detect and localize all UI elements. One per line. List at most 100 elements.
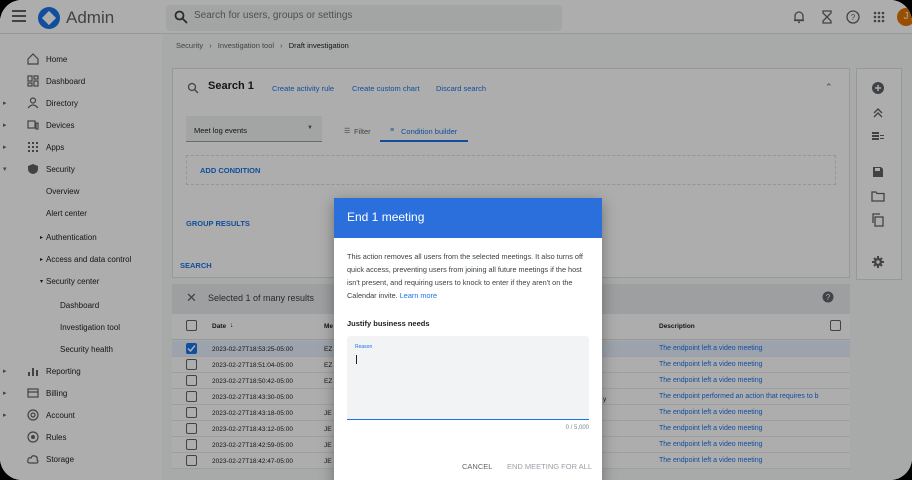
expand-arrow-icon: ▸ xyxy=(3,100,7,107)
sidebar-item-dashboard[interactable]: Dashboard xyxy=(0,70,162,92)
sidebar-label: Dashboard xyxy=(60,301,100,310)
row-checkbox[interactable] xyxy=(186,391,197,402)
reason-textarea[interactable]: Reason xyxy=(347,336,589,420)
sidebar-item-security[interactable]: ▾ Security xyxy=(0,158,162,180)
sidebar-label: Investigation tool xyxy=(60,323,121,332)
row-me: JE xyxy=(324,426,332,433)
bell-icon[interactable] xyxy=(792,10,806,24)
breadcrumb-investigation-tool[interactable]: Investigation tool xyxy=(218,41,274,50)
rules-icon xyxy=(27,431,39,443)
end-meeting-dialog: End 1 meeting This action removes all us… xyxy=(334,198,602,480)
sidebar-item-investigation-tool[interactable]: Investigation tool xyxy=(0,316,162,338)
copy-icon[interactable] xyxy=(871,213,885,227)
sidebar-item-sc-dashboard[interactable]: Dashboard xyxy=(0,294,162,316)
search-button[interactable]: SEARCH xyxy=(180,261,212,270)
row-description[interactable]: The endpoint left a video meeting xyxy=(659,361,763,368)
apps-grid-icon[interactable] xyxy=(872,10,886,24)
sidebar-item-reporting[interactable]: ▸ Reporting xyxy=(0,360,162,382)
sidebar-item-security-center[interactable]: ▾ Security center xyxy=(0,270,162,292)
row-checkbox[interactable] xyxy=(186,455,197,466)
row-checkbox[interactable] xyxy=(186,359,197,370)
sidebar-item-devices[interactable]: ▸ Devices xyxy=(0,114,162,136)
create-custom-chart-link[interactable]: Create custom chart xyxy=(352,84,420,93)
avatar[interactable]: J xyxy=(897,8,912,26)
row-checkbox[interactable] xyxy=(186,423,197,434)
sidebar-item-apps[interactable]: ▸ Apps xyxy=(0,136,162,158)
row-description[interactable]: The endpoint left a video meeting xyxy=(659,377,763,384)
hourglass-icon[interactable] xyxy=(820,10,834,24)
row-description[interactable]: The endpoint performed an action that re… xyxy=(659,393,819,400)
filter-list-icon[interactable] xyxy=(871,129,885,143)
learn-more-link[interactable]: Learn more xyxy=(400,291,437,300)
help-icon[interactable]: ? xyxy=(846,10,860,24)
row-checkbox[interactable] xyxy=(186,375,197,386)
row-checkbox[interactable] xyxy=(186,439,197,450)
row-checkbox[interactable] xyxy=(186,407,197,418)
row-description[interactable]: The endpoint left a video meeting xyxy=(659,457,763,464)
dashboard-icon xyxy=(27,75,39,87)
select-all-checkbox[interactable] xyxy=(186,320,197,331)
sidebar-item-alert-center[interactable]: Alert center xyxy=(0,202,162,224)
folder-icon[interactable] xyxy=(871,189,885,203)
end-meeting-for-all-button[interactable]: END MEETING FOR ALL xyxy=(507,462,592,471)
row-description[interactable]: The endpoint left a video meeting xyxy=(659,345,763,352)
close-selection-icon[interactable]: ✕ xyxy=(186,290,197,306)
sidebar-item-authentication[interactable]: ▸ Authentication xyxy=(0,226,162,248)
row-date: 2023-02-27T18:43:30-05:00 xyxy=(212,394,293,401)
column-description[interactable]: Description xyxy=(659,323,695,330)
sidebar-label: Overview xyxy=(46,187,80,196)
search-icon xyxy=(187,82,199,94)
search-icon xyxy=(174,10,188,24)
row-me: EZ xyxy=(324,346,333,353)
sidebar-item-home[interactable]: Home xyxy=(0,48,162,70)
breadcrumb-separator: › xyxy=(209,41,212,50)
settings-gear-icon[interactable] xyxy=(871,255,885,269)
sidebar-label: Home xyxy=(46,55,68,64)
breadcrumb-security[interactable]: Security xyxy=(176,41,203,50)
expand-arrow-icon: ▸ xyxy=(40,235,44,241)
right-toolbar xyxy=(856,68,902,280)
collapse-chevron-icon[interactable]: ⌃ xyxy=(825,82,833,93)
sidebar-item-overview[interactable]: Overview xyxy=(0,180,162,202)
column-me[interactable]: Me xyxy=(324,323,333,330)
tab-filter[interactable]: Filter xyxy=(354,127,371,136)
add-condition-button[interactable]: ADD CONDITION xyxy=(200,166,260,175)
filter-icon: ☰ xyxy=(344,128,351,135)
row-me: JE xyxy=(324,458,332,465)
sidebar-label: Devices xyxy=(46,121,75,130)
row-checkbox[interactable] xyxy=(186,343,197,354)
group-results-button[interactable]: GROUP RESULTS xyxy=(186,219,250,228)
sidebar-item-billing[interactable]: ▸ Billing xyxy=(0,382,162,404)
search-input[interactable] xyxy=(194,10,534,21)
column-date[interactable]: Date xyxy=(212,323,226,330)
row-description[interactable]: The endpoint left a video meeting xyxy=(659,441,763,448)
menu-icon[interactable] xyxy=(12,10,26,22)
column-settings-icon[interactable] xyxy=(830,320,841,331)
sidebar-item-security-health[interactable]: Security health xyxy=(0,338,162,360)
sidebar-label: Directory xyxy=(46,99,79,108)
create-activity-rule-link[interactable]: Create activity rule xyxy=(272,84,334,93)
credit-card-icon xyxy=(27,388,39,398)
help-circle-icon[interactable]: ? xyxy=(822,291,834,303)
row-description[interactable]: The endpoint left a video meeting xyxy=(659,425,763,432)
row-description[interactable]: The endpoint left a video meeting xyxy=(659,409,763,416)
collapse-up-icon[interactable] xyxy=(871,105,885,119)
save-icon[interactable] xyxy=(871,165,885,179)
sidebar-item-storage[interactable]: Storage xyxy=(0,448,162,470)
sidebar-item-rules[interactable]: Rules xyxy=(0,426,162,448)
sidebar-item-account[interactable]: ▸ Account xyxy=(0,404,162,426)
row-me: JE xyxy=(324,410,332,417)
text-caret xyxy=(356,355,357,364)
sort-arrow-icon[interactable]: ↓ xyxy=(230,322,234,329)
sidebar-item-access-data-control[interactable]: ▸ Access and data control xyxy=(0,248,162,270)
sidebar-label: Apps xyxy=(46,143,65,152)
sidebar-item-directory[interactable]: ▸ Directory xyxy=(0,92,162,114)
cancel-button[interactable]: CANCEL xyxy=(462,462,492,471)
add-circle-icon[interactable] xyxy=(871,81,885,95)
discard-search-link[interactable]: Discard search xyxy=(436,84,486,93)
condition-builder-icon: ≡ xyxy=(390,127,395,134)
tab-condition-builder[interactable]: Condition builder xyxy=(401,127,457,136)
row-date: 2023-02-27T18:42:59-05:00 xyxy=(212,442,293,449)
devices-icon xyxy=(27,120,39,130)
row-date: 2023-02-27T18:51:04-05:00 xyxy=(212,362,293,369)
